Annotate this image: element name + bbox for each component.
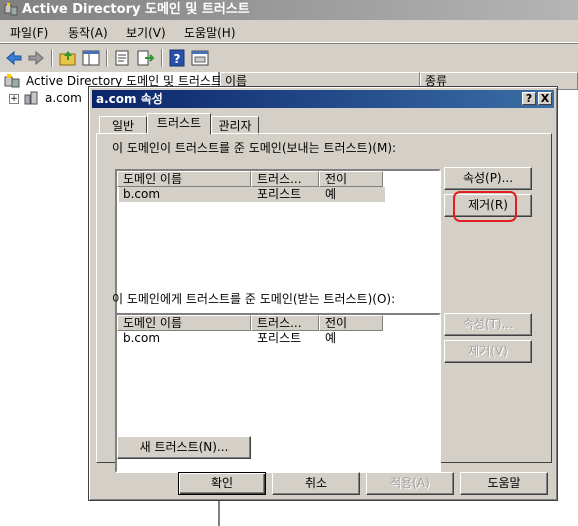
outgoing-col-domain[interactable]: 도메인 이름 <box>117 171 251 187</box>
outgoing-row-transitive: 예 <box>325 187 337 201</box>
incoming-properties-button[interactable]: 속성(T)... <box>444 313 532 336</box>
outgoing-properties-button[interactable]: 속성(P)... <box>444 167 532 190</box>
toolbar: ? <box>0 43 578 73</box>
toolbar-separator <box>106 49 108 67</box>
outgoing-trusts-label: 이 도메인이 트러스트를 준 도메인(보내는 트러스트)(M): <box>112 141 397 155</box>
toolbar-separator <box>161 49 163 67</box>
menu-help[interactable]: 도움말(H) <box>184 24 236 41</box>
help-icon[interactable]: ? <box>167 48 187 68</box>
tab-trusts[interactable]: 트러스트 <box>147 113 211 135</box>
tree-expand-toggle[interactable]: + <box>9 94 19 104</box>
outgoing-col-trust-type[interactable]: 트러스... <box>251 171 319 187</box>
trusts-tab-panel: 이 도메인이 트러스트를 준 도메인(보내는 트러스트)(M): 도메인 이름 … <box>96 133 552 473</box>
incoming-col-trust-type[interactable]: 트러스... <box>251 315 319 331</box>
dialog-help-button[interactable]: ? <box>522 92 536 105</box>
domain-icon <box>23 91 41 109</box>
show-hide-tree-icon[interactable] <box>81 48 101 68</box>
main-window-titlebar: Active Directory 도메인 및 트러스트 <box>0 0 578 20</box>
view-icon[interactable] <box>190 48 210 68</box>
incoming-row-type: 포리스트 <box>257 331 302 345</box>
toolbar-separator <box>51 49 53 67</box>
incoming-row-transitive: 예 <box>325 331 337 345</box>
new-trust-button[interactable]: 새 트러스트(N)... <box>117 436 251 459</box>
domains-trusts-root-icon <box>4 74 22 92</box>
menu-view[interactable]: 보기(V) <box>126 24 166 41</box>
outgoing-trusts-list[interactable]: 도메인 이름 트러스... 전이 b.com 포리스트 예 <box>115 169 441 334</box>
export-list-icon[interactable] <box>135 48 155 68</box>
incoming-remove-button[interactable]: 제거(V) <box>444 340 532 363</box>
domains-trusts-app-icon <box>4 3 18 16</box>
highlight-annotation <box>453 191 517 222</box>
main-window-title: Active Directory 도메인 및 트러스트 <box>22 2 250 17</box>
menu-bar: 파일(F) 동작(A) 보기(V) 도움말(H) <box>0 20 578 43</box>
outgoing-row-type: 포리스트 <box>257 187 302 201</box>
cancel-button[interactable]: 취소 <box>272 472 360 495</box>
outgoing-col-transitive[interactable]: 전이 <box>319 171 383 187</box>
menu-action[interactable]: 동작(A) <box>68 24 108 41</box>
up-folder-icon[interactable] <box>58 48 78 68</box>
help-button[interactable]: 도움말 <box>460 472 548 495</box>
tree-item-label: a.com <box>45 91 82 105</box>
incoming-col-domain[interactable]: 도메인 이름 <box>117 315 251 331</box>
apply-button[interactable]: 적용(A) <box>366 472 454 495</box>
outgoing-row-domain: b.com <box>123 187 161 201</box>
dialog-title: a.com 속성 <box>96 92 163 106</box>
incoming-row-domain[interactable]: b.com <box>123 331 160 346</box>
forward-arrow-icon[interactable] <box>26 48 46 68</box>
ok-button[interactable]: 확인 <box>178 472 266 495</box>
back-arrow-icon[interactable] <box>4 48 24 68</box>
dialog-titlebar: a.com 속성 ? X <box>92 90 554 108</box>
properties-icon[interactable] <box>112 48 132 68</box>
dialog-close-button[interactable]: X <box>538 92 552 105</box>
properties-dialog: a.com 속성 ? X 일반 트러스트 관리자 이 도메인이 트러스트를 준 … <box>88 86 558 501</box>
incoming-col-transitive[interactable]: 전이 <box>319 315 383 331</box>
svg-text:?: ? <box>174 52 181 66</box>
incoming-trusts-label: 이 도메인에게 트러스트를 준 도메인(받는 트러스트)(O): <box>112 292 396 306</box>
menu-file[interactable]: 파일(F) <box>10 24 48 41</box>
